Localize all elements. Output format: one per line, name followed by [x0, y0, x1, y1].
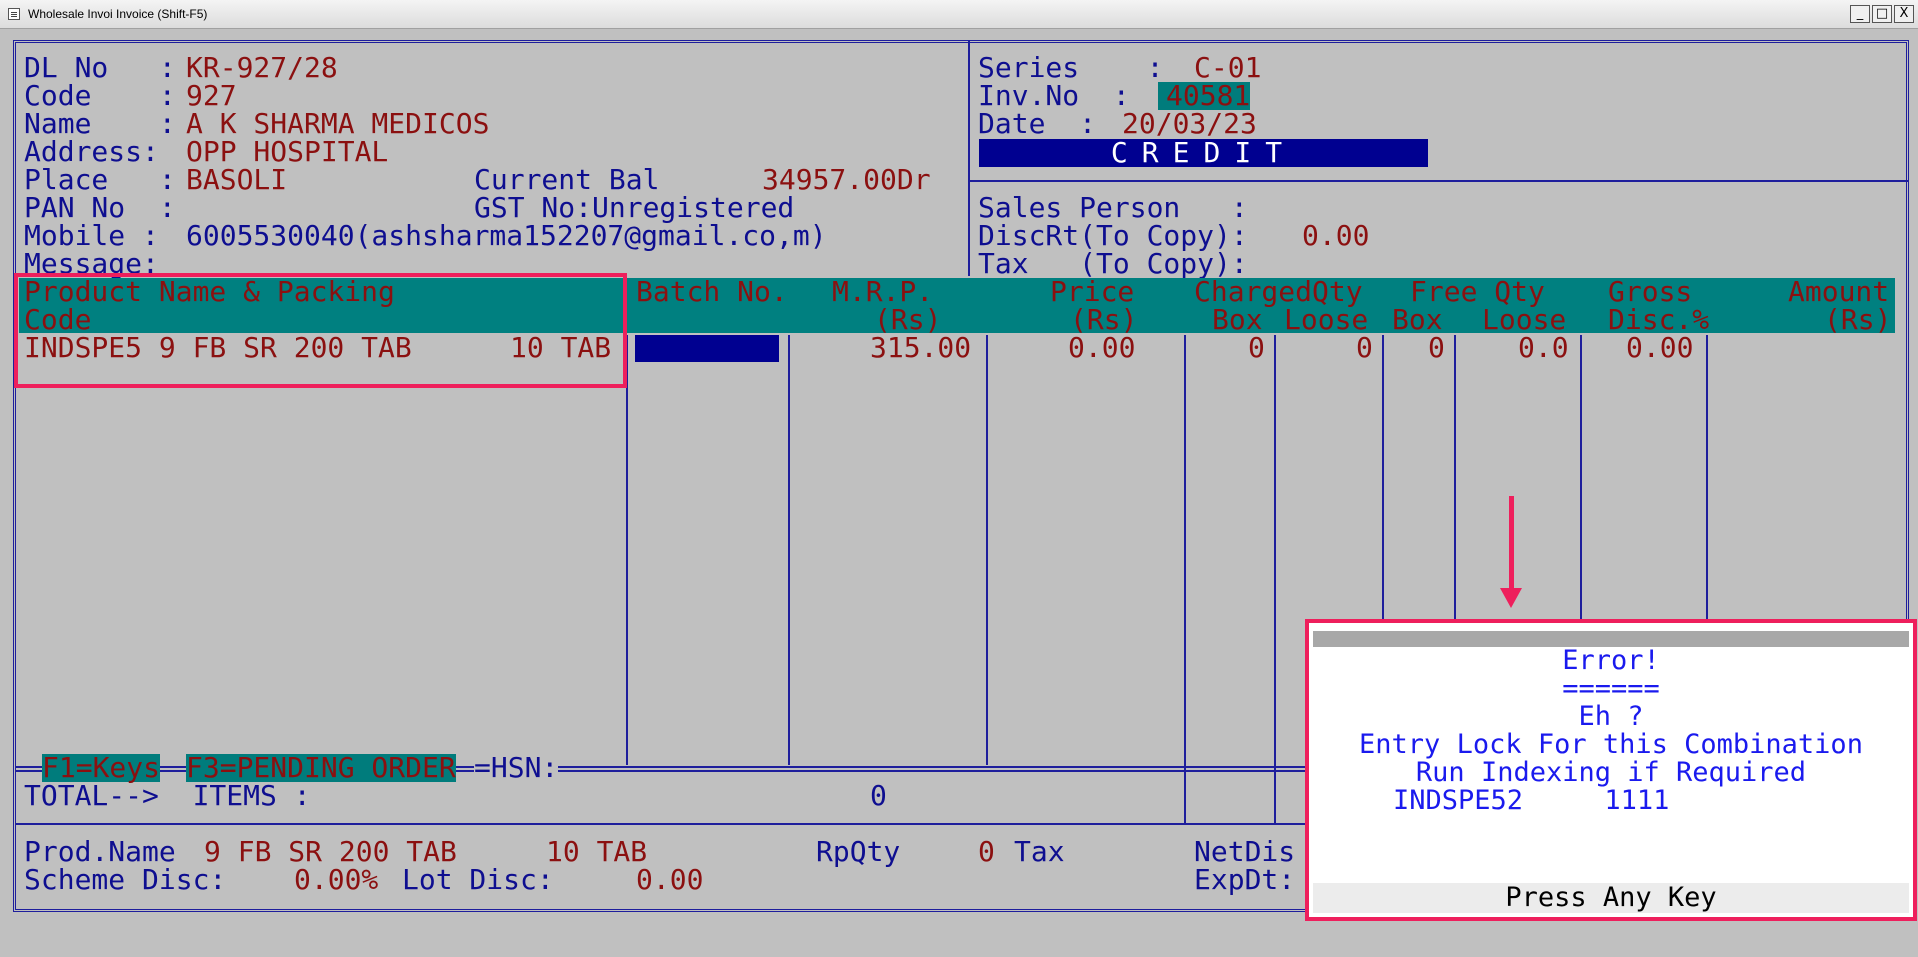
- col-divider: [626, 335, 628, 765]
- place-label: Place :: [24, 163, 176, 196]
- col-charged-loose: Loose: [1284, 303, 1369, 336]
- window-title: Wholesale Invoi Invoice (Shift-F5): [28, 7, 208, 21]
- prodname-pack: 10 TAB: [546, 835, 648, 868]
- mobile-value: 6005530040(ashsharma152207@gmail.co,m): [186, 219, 827, 252]
- maximize-button[interactable]: □: [1872, 5, 1892, 23]
- gst-label: GST No:Unregistered: [474, 191, 795, 224]
- dialog-title: Error!: [1562, 645, 1660, 676]
- scheme-disc-value: 0.00%: [294, 863, 379, 896]
- col-divider: [788, 335, 790, 765]
- rpqty-label: RpQty: [816, 835, 901, 868]
- discrt-label: DiscRt(To Copy):: [978, 219, 1248, 252]
- error-dialog[interactable]: Error! ====== Eh ? Entry Lock For this C…: [1305, 619, 1917, 921]
- f1-keys-button[interactable]: F1=Keys: [42, 754, 161, 782]
- tax-label: Tax (To Copy):: [978, 247, 1248, 280]
- header-divider-vertical: [968, 40, 970, 276]
- batch-input[interactable]: [635, 335, 779, 362]
- dialog-line4: INDSPE52 1111: [1393, 785, 1670, 816]
- col-price-unit: (Rs): [1070, 303, 1138, 336]
- netdis-label: NetDis: [1194, 835, 1296, 868]
- footer-divider: [16, 823, 1306, 825]
- dl-label: DL No :: [24, 51, 176, 84]
- annotation-arrow-head-icon: [1500, 588, 1522, 608]
- product-highlight-box: [14, 273, 627, 388]
- col-mrp: M.R.P.: [832, 275, 934, 308]
- dialog-underline: ======: [1562, 673, 1660, 704]
- dl-value: KR-927/28: [186, 51, 338, 84]
- close-button[interactable]: X: [1894, 5, 1914, 23]
- salesperson-label: Sales Person :: [978, 191, 1248, 224]
- prodname-label: Prod.Name: [24, 835, 176, 868]
- col-free-box: Box: [1392, 303, 1443, 336]
- col-amount: Amount: [1788, 275, 1890, 308]
- press-any-key-button[interactable]: Press Any Key: [1313, 883, 1909, 913]
- col-charged-box: Box: [1212, 303, 1263, 336]
- scheme-disc-label: Scheme Disc:: [24, 863, 227, 896]
- minimize-button[interactable]: _: [1850, 5, 1870, 23]
- dialog-line3: Run Indexing if Required: [1415, 757, 1807, 788]
- discrt-value: 0.00: [1302, 219, 1370, 252]
- app-menu-icon[interactable]: [8, 8, 20, 20]
- hsn-label: =HSN:: [474, 751, 559, 784]
- row-charged-loose[interactable]: 0: [1356, 334, 1373, 362]
- address-label: Address:: [24, 135, 159, 168]
- col-free-loose: Loose: [1482, 303, 1567, 336]
- pan-label: PAN No :: [24, 191, 176, 224]
- col-divider: [1706, 335, 1708, 625]
- dialog-line1: Eh ?: [1578, 701, 1644, 732]
- col-charged: ChargedQty: [1194, 275, 1363, 308]
- mobile-label: Mobile :: [24, 219, 159, 252]
- col-divider: [1580, 335, 1582, 625]
- date-value: 20/03/23: [1122, 107, 1257, 140]
- name-label: Name :: [24, 107, 176, 140]
- series-value: C-01: [1194, 51, 1262, 84]
- place-value: BASOLI: [186, 163, 288, 196]
- row-free-loose[interactable]: 0.0: [1518, 334, 1569, 362]
- lot-disc-label: Lot Disc:: [402, 863, 554, 896]
- col-free: Free Qty: [1410, 275, 1545, 308]
- col-mrp-unit: (Rs): [874, 303, 942, 336]
- f3-pending-order-button[interactable]: F3=PENDING ORDER: [186, 754, 456, 782]
- credit-mode-badge[interactable]: CREDIT: [979, 139, 1428, 167]
- col-amount-unit: (Rs): [1824, 303, 1892, 336]
- name-value: A K SHARMA MEDICOS: [186, 107, 490, 140]
- header-divider-right: [968, 180, 1909, 182]
- address-value: OPP HOSPITAL: [186, 135, 389, 168]
- invno-field[interactable]: 40581: [1158, 82, 1251, 110]
- prodname-value: 9 FB SR 200 TAB: [204, 835, 457, 868]
- code-label: Code :: [24, 79, 176, 112]
- footer-tax-label: Tax: [1014, 835, 1065, 868]
- col-disc: Disc.%: [1608, 303, 1710, 336]
- window-titlebar: Wholesale Invoi Invoice (Shift-F5) _ □ X: [0, 0, 1918, 29]
- rpqty-value: 0: [978, 835, 995, 868]
- col-divider: [1184, 335, 1186, 824]
- lot-disc-value: 0.00: [636, 863, 704, 896]
- col-divider: [986, 335, 988, 765]
- col-divider: [1274, 335, 1276, 824]
- total-items-value: 0: [870, 779, 887, 812]
- code-value: 927: [186, 79, 237, 112]
- row-mrp: 315.00: [870, 331, 972, 364]
- expdt-label: ExpDt:: [1194, 863, 1296, 896]
- total-label: TOTAL--> ITEMS :: [24, 779, 311, 812]
- row-charged-box[interactable]: 0: [1248, 334, 1265, 362]
- date-label: Date :: [978, 107, 1097, 140]
- col-price: Price: [1050, 275, 1135, 308]
- current-bal-label: Current Bal: [474, 163, 660, 196]
- annotation-arrow: [1509, 496, 1514, 592]
- invno-label: Inv.No :: [978, 79, 1130, 112]
- current-bal-value: 34957.00Dr: [762, 163, 931, 196]
- row-price[interactable]: 0.00: [1068, 334, 1135, 362]
- col-batch: Batch No.: [636, 275, 788, 308]
- row-free-box[interactable]: 0: [1428, 334, 1445, 362]
- series-label: Series :: [978, 51, 1164, 84]
- col-divider: [1454, 335, 1456, 625]
- dialog-line2: Entry Lock For this Combination: [1359, 729, 1863, 760]
- col-gross: Gross: [1608, 275, 1693, 308]
- col-divider: [1382, 335, 1384, 625]
- row-disc[interactable]: 0.00: [1626, 334, 1693, 362]
